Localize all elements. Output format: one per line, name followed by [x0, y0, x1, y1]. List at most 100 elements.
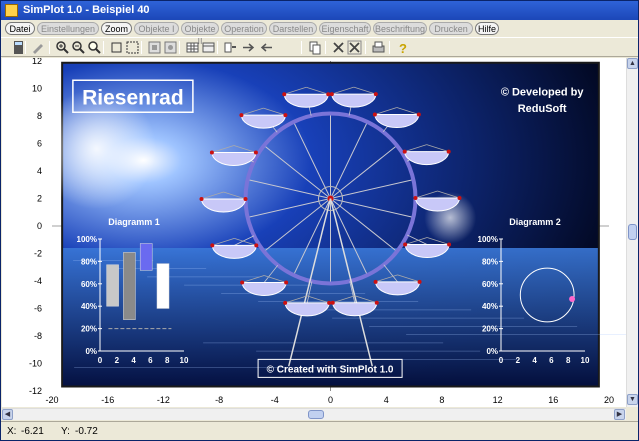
mini-chart-y-tick: 40% [81, 302, 97, 311]
draw-button[interactable] [31, 40, 46, 55]
mini-chart-y-tick: 60% [81, 280, 97, 289]
toolbar-separator [103, 41, 104, 54]
arrow-right-icon [243, 43, 255, 52]
gondola-light [374, 300, 379, 305]
help-button[interactable]: ? [395, 40, 410, 55]
mini-chart-x-tick: 10 [180, 356, 189, 365]
mini-chart-y-tick: 60% [482, 280, 498, 289]
menu-datei[interactable]: Datei [5, 22, 35, 35]
mini-chart-y-tick: 0% [486, 347, 498, 356]
scroll-up-button[interactable]: ▲ [627, 58, 638, 69]
scroll-down-button[interactable]: ▼ [627, 394, 638, 405]
gondola-light [284, 280, 289, 285]
credit-line-1: © Developed by [501, 86, 585, 98]
gondola-light [416, 112, 421, 117]
y-tick-label: 8 [37, 111, 42, 121]
gondola-light [243, 196, 248, 201]
menu-beschriftung[interactable]: Beschriftung [373, 22, 427, 35]
horizontal-scrollbar[interactable]: ◀ ▶ [2, 408, 626, 420]
move-icon [224, 42, 236, 53]
plot-svg: 121086420-2-4-6-8-10-12-20-16-12-8-40481… [29, 56, 631, 405]
mini-chart-x-tick: 8 [165, 356, 170, 365]
zoom-out-button[interactable] [71, 40, 86, 55]
x-tick-label: 16 [548, 395, 558, 405]
draw-icon [33, 44, 43, 54]
credit-line-2: ReduSoft [518, 103, 567, 115]
mini-chart-bar [156, 263, 170, 309]
copy-button[interactable] [307, 40, 322, 55]
menu-eigenschaft[interactable]: Eigenschaft [319, 22, 371, 35]
select-rect-button[interactable] [109, 40, 124, 55]
print-icon [372, 41, 385, 53]
gondola-light [210, 243, 215, 248]
mini-chart-y-tick: 80% [81, 257, 97, 266]
layer2-button[interactable] [163, 40, 178, 55]
zoom-fit-button[interactable] [87, 40, 102, 55]
vertical-scroll-thumb[interactable] [628, 224, 637, 240]
mini-chart-x-tick: 8 [566, 356, 571, 365]
gondola-light [373, 279, 378, 284]
status-x-value: -6.21 [21, 426, 44, 437]
gondola-light [413, 196, 418, 201]
print-button[interactable] [371, 40, 386, 55]
select-area-icon [126, 41, 139, 54]
calculator-button[interactable] [11, 40, 26, 55]
y-tick-label: 12 [32, 58, 42, 66]
mini-chart-y-tick: 20% [482, 325, 498, 334]
mini-chart-y-tick: 0% [85, 347, 97, 356]
scroll-left-button[interactable]: ◀ [2, 409, 13, 420]
status-bar: X: -6.21 Y: -0.72 [1, 421, 638, 440]
mini-chart-x-tick: 2 [115, 356, 120, 365]
mini-chart-marker [569, 296, 576, 302]
mini-chart-x-tick: 4 [131, 356, 136, 365]
x-tick-label: -16 [101, 395, 114, 405]
gondola-light [326, 92, 331, 97]
y-tick-label: -12 [29, 386, 42, 396]
grid-button[interactable] [185, 40, 200, 55]
toolbar-separator [141, 41, 142, 54]
gondola-light [403, 242, 408, 247]
plot-title: Riesenrad [82, 86, 184, 109]
title-bar[interactable]: SimPlot 1.0 - Beispiel 40 [1, 1, 638, 20]
menu-objekte-i[interactable]: Objekte I [134, 22, 179, 35]
zoom-in-button[interactable] [55, 40, 70, 55]
mini-chart-y-tick: 20% [81, 325, 97, 334]
mini-chart-x-tick: 10 [581, 356, 590, 365]
gondola-light [417, 279, 422, 284]
gondola-light [253, 150, 258, 155]
arrow-left-button[interactable] [259, 40, 274, 55]
select-area-button[interactable] [125, 40, 140, 55]
delete-button[interactable] [331, 40, 346, 55]
status-y-value: -0.72 [75, 426, 98, 437]
mini-chart-x-tick: 0 [98, 356, 103, 365]
layer-button[interactable] [147, 40, 162, 55]
menu-darstellen[interactable]: Darstellen [269, 22, 317, 35]
menu-hilfe[interactable]: Hilfe [475, 22, 499, 35]
gondola-light [199, 196, 204, 201]
plot-canvas[interactable]: 121086420-2-4-6-8-10-12-20-16-12-8-40481… [2, 56, 631, 407]
x-tick-label: -20 [45, 395, 58, 405]
menu-drucken[interactable]: Drucken [429, 22, 473, 35]
horizontal-scroll-thumb[interactable] [308, 410, 324, 419]
zoom-in-icon [56, 41, 69, 54]
move-button[interactable] [223, 40, 238, 55]
layer2-icon [164, 41, 177, 54]
menu-objekte-ii[interactable]: Objekte II [181, 22, 219, 46]
delete-all-button[interactable] [347, 40, 362, 55]
table-button[interactable] [201, 40, 216, 55]
delete-icon [333, 42, 344, 53]
gondola-light [457, 196, 462, 201]
vertical-scrollbar[interactable]: ▲ ▼ [626, 58, 638, 407]
y-tick-label: 10 [32, 84, 42, 94]
mini-chart-bar [106, 264, 119, 307]
arrow-right-button[interactable] [241, 40, 256, 55]
x-tick-label: 0 [328, 395, 333, 405]
gondola-light [283, 113, 288, 118]
menu-zoom[interactable]: Zoom [101, 22, 132, 35]
menu-einstellungen[interactable]: Einstellungen [37, 22, 99, 35]
delete-all-icon [347, 40, 362, 55]
mini-chart-x-tick: 4 [532, 356, 537, 365]
scroll-right-button[interactable]: ▶ [614, 409, 625, 420]
gondola-light [327, 300, 332, 305]
menu-operation[interactable]: Operation [221, 22, 267, 35]
